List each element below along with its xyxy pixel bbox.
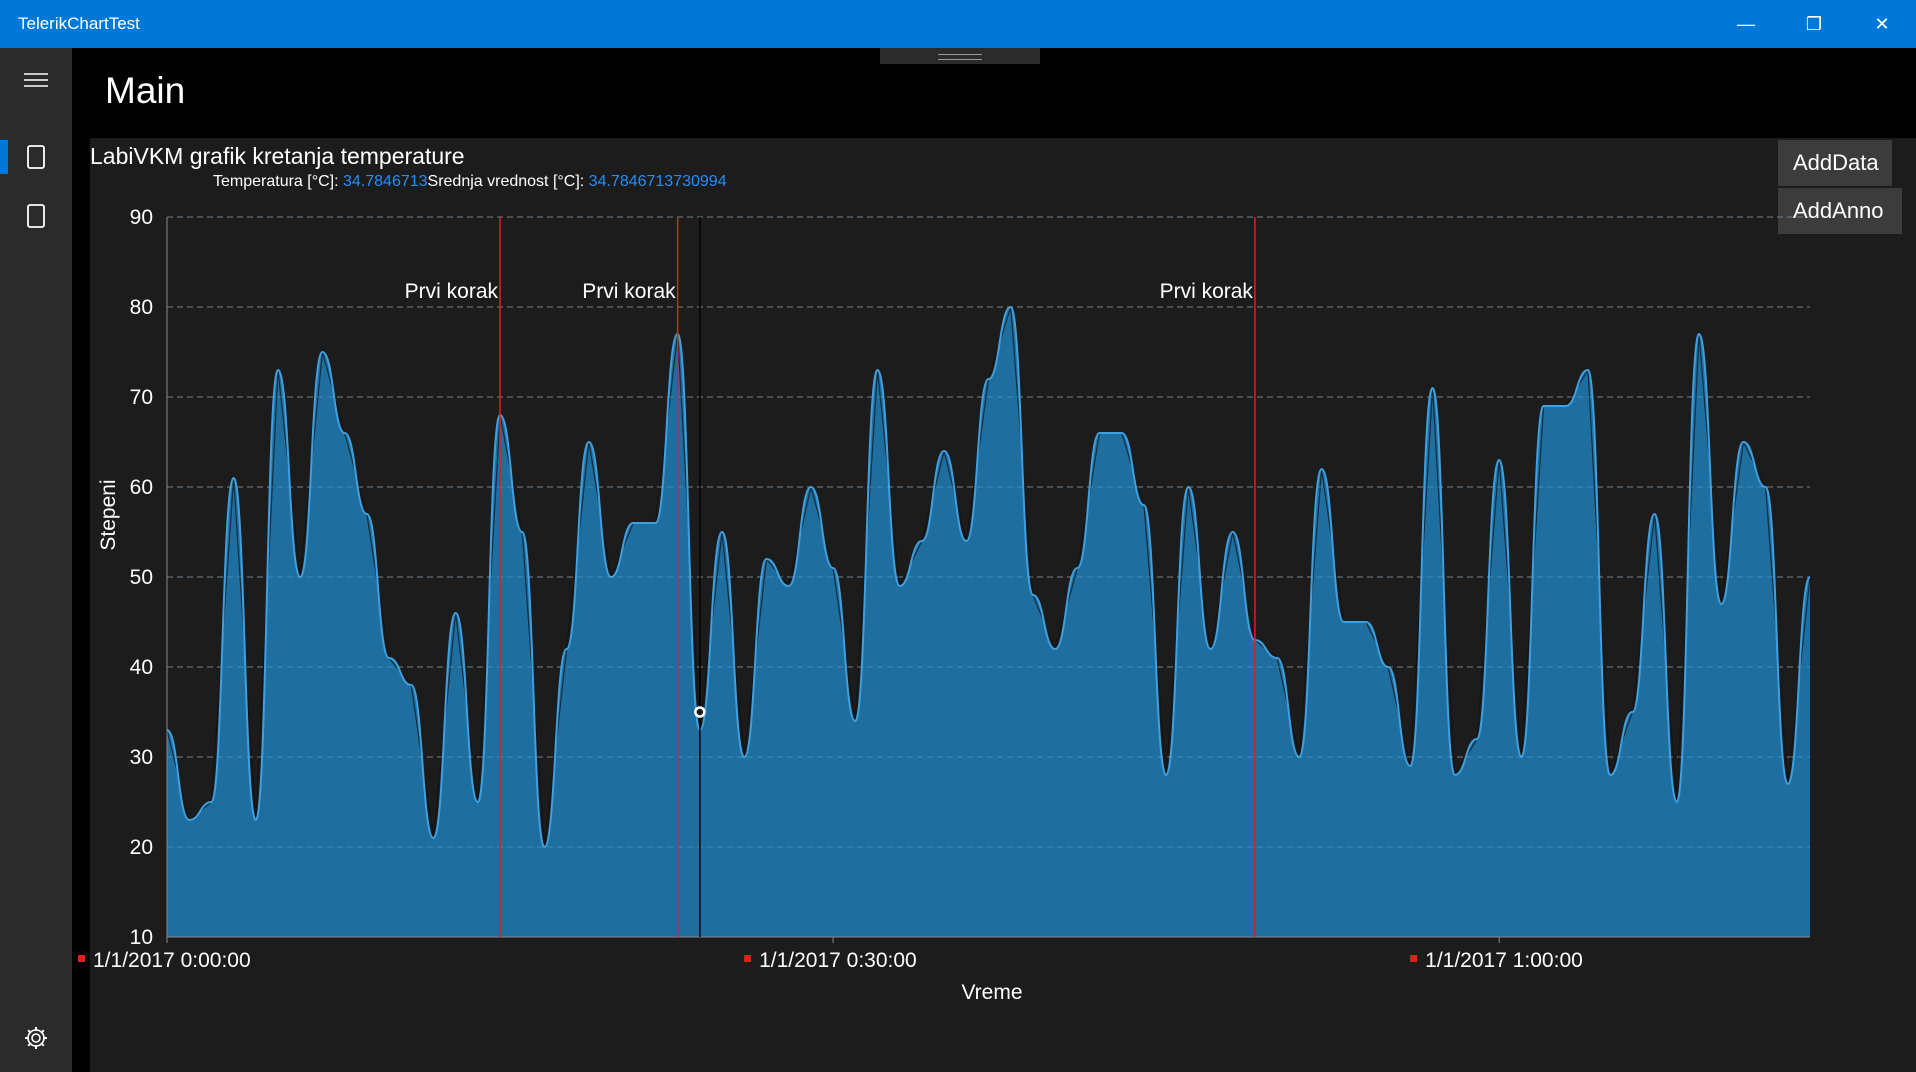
y-tick-label: 30 bbox=[130, 746, 153, 769]
annotation-label: Prvi korak bbox=[582, 280, 676, 303]
y-axis-label: Stepeni bbox=[97, 479, 120, 550]
x-tick-marker bbox=[78, 955, 85, 962]
trackball-point bbox=[694, 706, 706, 718]
x-axis-label: Vreme bbox=[961, 981, 1022, 1004]
temperature-area bbox=[167, 307, 1810, 937]
y-tick-label: 10 bbox=[130, 926, 153, 949]
y-tick-label: 60 bbox=[130, 476, 153, 499]
x-tick-label: 1/1/2017 0:30:00 bbox=[759, 949, 917, 972]
temperature-chart: 10 20 30 40 50 60 70 80 90 Prvi korak Prvi korak Pr… bbox=[78, 206, 1811, 1004]
annotation-label: Prvi korak bbox=[1160, 280, 1254, 303]
y-tick-label: 80 bbox=[130, 296, 153, 319]
x-tick-marker bbox=[1410, 955, 1418, 962]
y-tick-label: 40 bbox=[130, 656, 153, 679]
y-tick-label: 90 bbox=[130, 206, 153, 229]
y-tick-label: 20 bbox=[130, 836, 153, 859]
x-tick-marker bbox=[744, 955, 752, 962]
x-tick-label: 1/1/2017 0:00:00 bbox=[93, 949, 251, 972]
y-tick-label: 50 bbox=[130, 566, 153, 589]
y-tick-label: 70 bbox=[130, 386, 153, 409]
x-tick-label: 1/1/2017 1:00:00 bbox=[1425, 949, 1583, 972]
annotation-label: Prvi korak bbox=[405, 280, 499, 303]
